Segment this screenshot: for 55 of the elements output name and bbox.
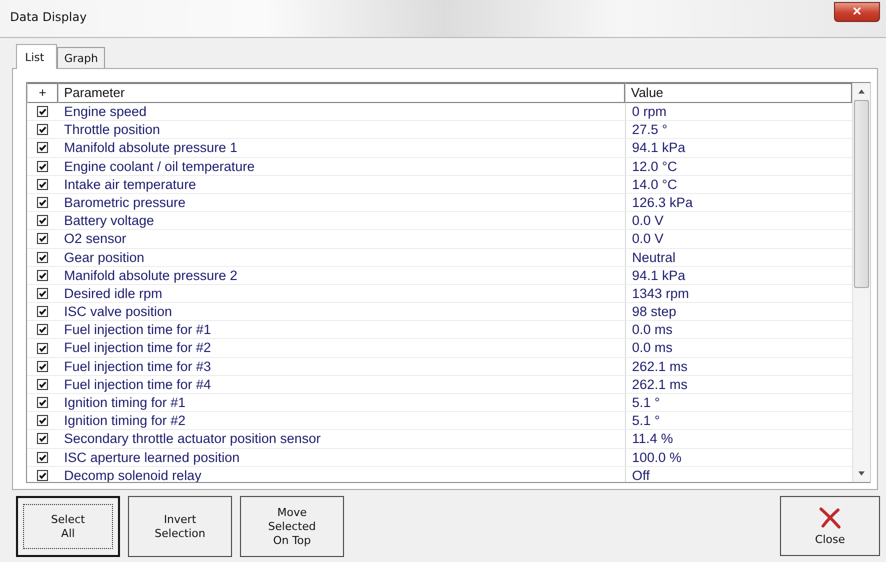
action-button[interactable]: Invert Selection <box>128 496 232 557</box>
tab[interactable]: Graph <box>57 47 105 68</box>
parameter-cell-text: Intake air temperature <box>63 176 198 193</box>
column-header[interactable]: Parameter <box>58 83 625 103</box>
checkbox[interactable] <box>37 433 48 444</box>
checkbox[interactable] <box>37 360 48 372</box>
checkbox[interactable] <box>37 342 48 354</box>
checkbox[interactable] <box>37 452 48 463</box>
action-button[interactable]: Select All <box>16 496 120 557</box>
checkbox[interactable] <box>37 252 48 263</box>
checkbox[interactable] <box>37 324 48 336</box>
checkbox[interactable] <box>37 124 48 136</box>
checkbox[interactable] <box>37 142 48 154</box>
tab[interactable]: List <box>16 44 58 69</box>
parameter-cell-text: Secondary throttle actuator position sensor <box>63 430 322 448</box>
checkbox[interactable] <box>37 106 48 118</box>
checkbox[interactable] <box>37 415 48 426</box>
parameter-cell-text: Engine speed <box>63 103 148 120</box>
parameter-cell-text: Ignition timing for #1 <box>63 394 187 412</box>
parameter-cell-text: Gear position <box>63 248 146 266</box>
close-icon <box>818 506 842 528</box>
column-header[interactable]: + <box>27 83 58 103</box>
parameter-cell-text: Engine coolant / oil temperature <box>63 158 256 175</box>
parameter-cell-text: Fuel injection time for #2 <box>63 339 212 357</box>
checkbox[interactable] <box>37 470 48 481</box>
parameter-cell-text: O2 sensor <box>63 230 128 248</box>
close-button[interactable]: × <box>834 2 880 22</box>
checkbox[interactable] <box>37 215 48 226</box>
parameter-cell-text: Barometric pressure <box>63 194 187 212</box>
parameter-cell-text: Fuel injection time for #3 <box>63 358 212 375</box>
checkbox[interactable] <box>37 160 48 172</box>
parameter-cell-text: Battery voltage <box>63 212 156 230</box>
column-header[interactable]: Value <box>625 83 852 103</box>
checkbox[interactable] <box>37 378 48 390</box>
scrollbar[interactable] <box>852 83 870 482</box>
parameter-cell-text: Fuel injection time for #1 <box>63 321 212 338</box>
parameter-cell-text: ISC valve position <box>63 303 174 320</box>
checkbox[interactable] <box>37 197 48 208</box>
parameter-cell-text: ISC aperture learned position <box>63 448 241 466</box>
checkbox[interactable] <box>37 306 48 318</box>
parameter-cell-text: Fuel injection time for #4 <box>63 376 212 393</box>
parameter-cell-text: Ignition timing for #2 <box>63 412 187 430</box>
checkbox[interactable] <box>37 270 48 281</box>
scroll-thumb[interactable] <box>854 100 869 288</box>
close-button[interactable]: Close <box>780 496 880 556</box>
parameter-cell-text: Throttle position <box>63 121 162 138</box>
checkbox[interactable] <box>37 288 48 299</box>
window-title: Data Display <box>10 10 87 24</box>
action-button[interactable]: Move Selected On Top <box>240 496 344 557</box>
checkbox[interactable] <box>37 233 48 244</box>
checkbox[interactable] <box>37 397 48 408</box>
parameter-cell-text: Manifold absolute pressure 1 <box>63 139 238 157</box>
parameter-cell-text: Desired idle rpm <box>63 284 164 302</box>
checkbox[interactable] <box>37 178 48 190</box>
parameter-cell-text: Manifold absolute pressure 2 <box>63 266 238 284</box>
